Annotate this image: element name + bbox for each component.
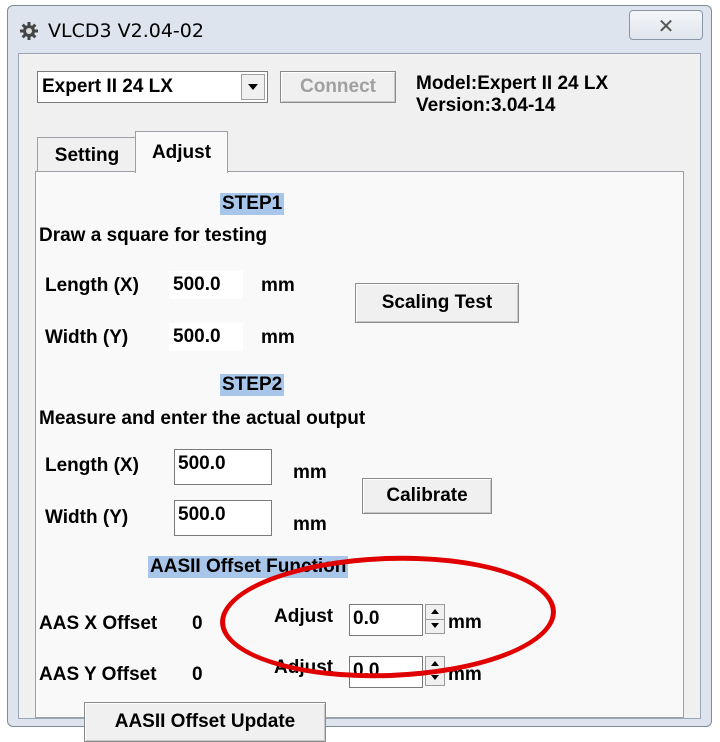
- device-info: Model:Expert II 24 LX Version:3.04-14: [416, 73, 608, 117]
- x-adjust-input[interactable]: 0.0: [349, 604, 423, 636]
- tab-adjust[interactable]: Adjust: [135, 131, 228, 173]
- step2-width-unit: mm: [293, 514, 327, 535]
- tab-setting-label: Setting: [54, 145, 120, 166]
- x-adjust-decrement[interactable]: [426, 619, 444, 633]
- tab-adjust-label: Adjust: [151, 142, 212, 163]
- step2-length-label: Length (X): [45, 455, 139, 476]
- step1-description: Draw a square for testing: [39, 225, 268, 246]
- x-adjust-value: 0.0: [353, 608, 380, 629]
- x-adjust-increment[interactable]: [426, 605, 444, 620]
- close-icon: ✕: [657, 16, 675, 38]
- step1-length-value: 500.0: [173, 274, 221, 295]
- chevron-down-icon: [431, 623, 439, 628]
- chevron-down-icon[interactable]: [241, 74, 265, 100]
- y-adjust-label: Adjust: [274, 657, 334, 678]
- client-area: Expert II 24 LX Connect Model:Expert II …: [18, 53, 701, 742]
- app-window: VLCD3 V2.04-02 ✕ Expert II 24 LX Connect…: [7, 5, 712, 742]
- step2-width-value: 500.0: [178, 504, 226, 525]
- close-button[interactable]: ✕: [629, 10, 703, 40]
- title-bar[interactable]: VLCD3 V2.04-02 ✕: [8, 6, 711, 52]
- x-adjust-unit: mm: [448, 612, 482, 633]
- aas-x-label: AAS X Offset: [39, 613, 158, 634]
- y-adjust-input[interactable]: 0.0: [349, 656, 423, 688]
- y-adjust-decrement[interactable]: [426, 671, 444, 685]
- y-adjust-unit: mm: [448, 664, 482, 685]
- gear-icon: [19, 21, 39, 41]
- x-adjust-label: Adjust: [274, 606, 334, 627]
- x-adjust-stepper[interactable]: [425, 604, 445, 634]
- step2-heading: STEP2: [220, 374, 285, 396]
- model-select[interactable]: Expert II 24 LX: [37, 71, 268, 103]
- step2-length-input[interactable]: 500.0: [174, 449, 272, 485]
- step2-length-value: 500.0: [178, 453, 226, 474]
- y-adjust-value: 0.0: [353, 660, 380, 681]
- model-line: Model:Expert II 24 LX: [416, 73, 609, 94]
- step1-length-label: Length (X): [45, 275, 139, 296]
- step2-width-label: Width (Y): [45, 507, 129, 528]
- step1-length-unit: mm: [261, 275, 295, 296]
- chevron-up-icon: [431, 609, 439, 614]
- model-select-value: Expert II 24 LX: [42, 76, 173, 97]
- adjust-panel: STEP1 Draw a square for testing Length (…: [35, 171, 684, 742]
- step1-width-unit: mm: [261, 327, 295, 348]
- step2-width-input[interactable]: 500.0: [174, 500, 272, 536]
- aas-y-label: AAS Y Offset: [39, 664, 157, 685]
- y-adjust-increment[interactable]: [426, 657, 444, 672]
- version-line: Version:3.04-14: [416, 95, 556, 116]
- chevron-up-icon: [431, 661, 439, 666]
- aas-heading: AASII Offset Function: [148, 556, 349, 578]
- aasii-offset-update-button[interactable]: AASII Offset Update: [84, 702, 326, 742]
- step1-width-label: Width (Y): [45, 327, 129, 348]
- aas-x-value: 0: [192, 613, 203, 634]
- tab-setting[interactable]: Setting: [37, 137, 137, 171]
- scaling-test-button[interactable]: Scaling Test: [355, 283, 519, 323]
- connect-button[interactable]: Connect: [280, 71, 396, 103]
- step1-length-field[interactable]: 500.0: [169, 271, 243, 299]
- aas-y-value: 0: [192, 664, 203, 685]
- y-adjust-stepper[interactable]: [425, 656, 445, 686]
- calibrate-button[interactable]: Calibrate: [362, 478, 492, 514]
- step2-length-unit: mm: [293, 462, 327, 483]
- step1-width-field[interactable]: 500.0: [169, 323, 243, 351]
- step1-heading: STEP1: [220, 193, 285, 215]
- step1-width-value: 500.0: [173, 326, 221, 347]
- chevron-down-icon: [431, 675, 439, 680]
- step2-description: Measure and enter the actual output: [39, 408, 366, 429]
- window-title: VLCD3 V2.04-02: [48, 20, 204, 42]
